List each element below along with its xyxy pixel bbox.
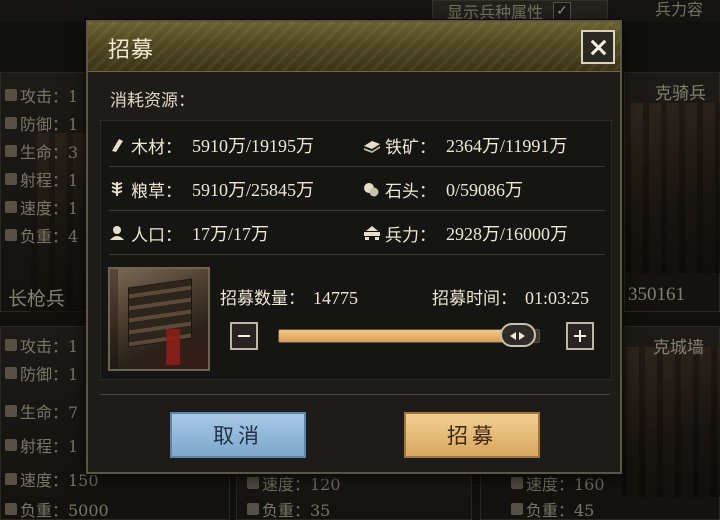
resource-value: 2928万/16000万	[446, 224, 569, 244]
resource-label: 粮草：	[131, 181, 182, 202]
resource-label: 木材：	[131, 137, 182, 158]
dialog-title: 招募	[108, 38, 155, 63]
close-button[interactable]	[581, 30, 615, 64]
grain-icon	[109, 181, 125, 197]
time-label: 招募时间：	[432, 289, 517, 309]
slider-handle[interactable]	[500, 323, 537, 347]
unit-portrait	[108, 267, 210, 371]
population-icon	[109, 225, 125, 241]
recruit-time: 招募时间： 01:03:25	[432, 284, 589, 309]
recruit-dialog: 招募 消耗资源： 木材： 5910万/19195万 铁矿： 2364万/1199…	[86, 20, 622, 474]
slider-fill	[279, 330, 519, 342]
resource-value: 5910万/19195万	[192, 136, 315, 156]
cancel-button[interactable]: 取消	[170, 412, 306, 458]
resource-value: 5910万/25845万	[192, 180, 315, 200]
stone-icon	[363, 181, 379, 197]
resource-wood: 木材： 5910万/19195万	[109, 123, 314, 167]
quantity-value: 14775	[313, 288, 358, 308]
increase-button[interactable]	[566, 322, 594, 350]
quantity-slider[interactable]	[278, 323, 540, 347]
resource-label: 石头：	[385, 181, 436, 202]
resource-value: 17万/17万	[192, 224, 270, 244]
resource-label: 铁矿：	[385, 137, 436, 158]
decrease-button[interactable]	[230, 322, 258, 350]
divider	[100, 394, 610, 395]
resource-label: 人口：	[131, 225, 182, 246]
resource-row: 人口： 17万/17万 兵力： 2928万/16000万	[109, 211, 605, 255]
troops-icon	[363, 225, 380, 241]
resource-row: 木材： 5910万/19195万 铁矿： 2364万/11991万	[109, 123, 605, 167]
recruit-button[interactable]: 招募	[404, 412, 540, 458]
dialog-header: 招募	[88, 22, 620, 72]
iron-icon	[363, 137, 380, 153]
resource-iron: 铁矿： 2364万/11991万	[363, 123, 567, 167]
quantity-label: 招募数量：	[220, 289, 305, 309]
resource-population: 人口： 17万/17万	[109, 211, 269, 255]
resource-label: 兵力：	[385, 225, 436, 246]
recruit-quantity: 招募数量： 14775	[220, 284, 358, 309]
resource-value: 0/59086万	[446, 180, 524, 200]
resource-row: 粮草： 5910万/25845万 石头： 0/59086万	[109, 167, 605, 211]
wood-icon	[109, 137, 125, 153]
resource-stone: 石头： 0/59086万	[363, 167, 523, 211]
resource-value: 2364万/11991万	[446, 136, 568, 156]
time-value: 01:03:25	[525, 288, 590, 308]
cost-label: 消耗资源：	[110, 91, 195, 111]
resource-grain: 粮草： 5910万/25845万	[109, 167, 314, 211]
resource-troops: 兵力： 2928万/16000万	[363, 211, 568, 255]
